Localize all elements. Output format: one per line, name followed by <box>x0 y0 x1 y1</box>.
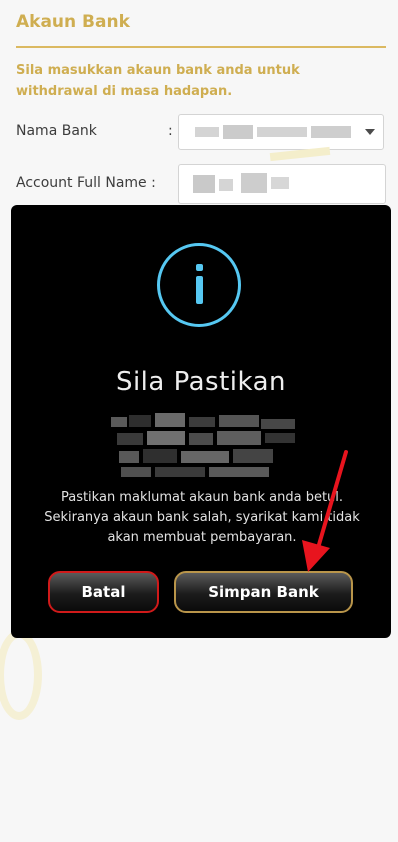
red-arrow-shaft <box>316 450 348 550</box>
red-arrow-head <box>302 540 330 572</box>
red-arrow-annotation <box>302 450 348 572</box>
